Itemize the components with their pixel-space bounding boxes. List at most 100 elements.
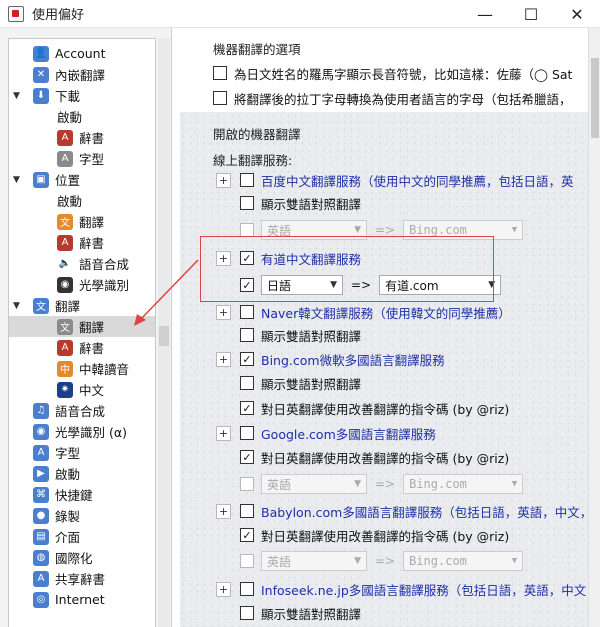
service-google[interactable]: + Google.com多國語言翻譯服務: [216, 422, 436, 444]
sidebar-scroll-thumb[interactable]: [159, 326, 169, 346]
youdao-lang-checkbox[interactable]: ✓: [240, 278, 254, 292]
baidu-checkbox[interactable]: [240, 173, 254, 187]
service-babylon[interactable]: + Babylon.com多國語言翻譯服務（包括日語，英語，中文，: [216, 500, 588, 522]
content-scrollbar[interactable]: [588, 28, 600, 627]
dictionary-icon: A: [57, 339, 73, 356]
sidebar-item-translate-dictionary[interactable]: A 辭書: [9, 337, 155, 358]
expand-babylon-button[interactable]: +: [216, 503, 231, 519]
bing-cjk-improve[interactable]: ✓ 對日英翻譯使用改善翻譯的指令碼 (by @riz): [240, 397, 509, 419]
service-bing[interactable]: + ✓ Bing.com微軟多國語言翻譯服務: [216, 348, 445, 370]
sidebar-item-embedded-translate[interactable]: ✕ 內嵌翻譯: [9, 64, 155, 85]
google-cjk-improve[interactable]: ✓ 對日英翻譯使用改善翻譯的指令碼 (by @riz): [240, 446, 509, 468]
sidebar-item-translate[interactable]: ▼ 文 翻譯: [9, 295, 155, 316]
bing-checkbox[interactable]: ✓: [240, 352, 254, 366]
service-infoseek[interactable]: + Infoseek.ne.jp多國語言翻譯服務（包括日語，英語，中文: [216, 578, 586, 600]
sidebar-item-location[interactable]: ▼ ▣ 位置: [9, 169, 155, 190]
sidebar-item-location-ocr[interactable]: ◉ 光學識別: [9, 274, 155, 295]
expand-infoseek-button[interactable]: +: [216, 581, 231, 597]
baidu-bilingual-checkbox[interactable]: [240, 196, 254, 210]
baidu-source-select[interactable]: 英語 ▼: [261, 220, 367, 240]
latin-convert-checkbox[interactable]: [213, 91, 227, 105]
google-checkbox[interactable]: [240, 426, 254, 440]
speaker-icon: 🔈: [58, 258, 72, 269]
babylon-target-select[interactable]: Bing.com ▼: [403, 551, 524, 571]
dictionary-icon: A: [57, 129, 73, 146]
sidebar-item-translate-translate[interactable]: 文 翻譯: [9, 316, 155, 337]
youdao-checkbox[interactable]: ✓: [240, 251, 254, 265]
chevron-down-icon: ▼: [354, 479, 361, 489]
maximize-button[interactable]: ☐: [508, 0, 554, 28]
sidebar-item-translate-korean-reading[interactable]: 中 中韓讀音: [9, 358, 155, 379]
chevron-down-icon: ▼: [354, 225, 361, 235]
naver-bilingual[interactable]: 顯示雙語對照翻譯: [240, 324, 361, 346]
sidebar-item-download-launch[interactable]: 啟動: [9, 106, 155, 127]
sidebar-item-translate-chinese[interactable]: ✷ 中文: [9, 379, 155, 400]
sidebar-item-download[interactable]: ▼ ⬇ 下載: [9, 85, 155, 106]
window-title: 使用偏好: [32, 8, 85, 23]
content-scroll-thumb[interactable]: [591, 58, 599, 138]
babylon-source-select[interactable]: 英語 ▼: [261, 551, 367, 571]
sidebar-item-location-speech[interactable]: 🔈 語音合成: [9, 253, 155, 274]
sidebar-item-interface[interactable]: ▤ 介面: [9, 526, 155, 547]
korean-reading-icon: 中: [57, 360, 73, 377]
babylon-lang-checkbox[interactable]: [240, 554, 254, 568]
chevron-down-icon: ▼: [511, 556, 518, 566]
globe-icon: ◍: [33, 549, 49, 566]
sidebar-item-location-translate[interactable]: 文 翻譯: [9, 211, 155, 232]
expand-youdao-button[interactable]: +: [216, 250, 231, 266]
chevron-down-icon[interactable]: ▼: [13, 175, 23, 185]
close-button[interactable]: ✕: [554, 0, 600, 28]
sidebar-item-font[interactable]: A 字型: [9, 442, 155, 463]
service-youdao[interactable]: + ✓ 有道中文翻譯服務: [216, 247, 361, 269]
expand-naver-button[interactable]: +: [216, 304, 231, 320]
sidebar-scrollbar[interactable]: [158, 38, 170, 627]
sidebar-item-record[interactable]: ● 錄製: [9, 505, 155, 526]
sidebar-item-internet[interactable]: ◎ Internet: [9, 589, 155, 610]
babylon-checkbox[interactable]: [240, 504, 254, 518]
bing-bilingual-checkbox[interactable]: [240, 376, 254, 390]
google-source-select[interactable]: 英語 ▼: [261, 474, 367, 494]
infoseek-bilingual-checkbox[interactable]: [240, 606, 254, 620]
baidu-target-select[interactable]: Bing.com ▼: [403, 220, 524, 240]
sidebar-item-download-font[interactable]: A 字型: [9, 148, 155, 169]
naver-checkbox[interactable]: [240, 305, 254, 319]
babylon-cjk-checkbox[interactable]: ✓: [240, 528, 254, 542]
baidu-lang-checkbox[interactable]: [240, 223, 254, 237]
expand-baidu-button[interactable]: +: [216, 172, 231, 188]
baidu-bilingual[interactable]: 顯示雙語對照翻譯: [240, 192, 361, 214]
sidebar-item-download-dictionary[interactable]: A 辭書: [9, 127, 155, 148]
sidebar-item-ocr[interactable]: ◉ 光學識別 (α): [9, 421, 155, 442]
service-baidu[interactable]: + 百度中文翻譯服務（使用中文的同學推薦，包括日語，英: [216, 169, 574, 191]
bing-bilingual[interactable]: 顯示雙語對照翻譯: [240, 372, 361, 394]
infoseek-bilingual[interactable]: 顯示雙語對照翻譯: [240, 602, 361, 624]
sidebar-item-launch[interactable]: ▶ 啟動: [9, 463, 155, 484]
translate-icon: 文: [33, 297, 49, 314]
chevron-down-icon[interactable]: ▼: [13, 301, 23, 311]
sidebar-item-location-dictionary[interactable]: A 辭書: [9, 232, 155, 253]
sidebar-item-i18n[interactable]: ◍ 國際化: [9, 547, 155, 568]
babylon-cjk-improve[interactable]: ✓ 對日英翻譯使用改善翻譯的指令碼 (by @riz): [240, 524, 509, 546]
option-latin-convert[interactable]: 將翻譯後的拉丁字母轉換為使用者語言的字母（包括希臘語，: [213, 87, 572, 109]
google-lang-checkbox[interactable]: [240, 477, 254, 491]
minimize-button[interactable]: —: [462, 0, 508, 28]
internet-icon: ◎: [33, 591, 49, 608]
naver-bilingual-checkbox[interactable]: [240, 328, 254, 342]
long-vowel-checkbox[interactable]: [213, 66, 227, 80]
youdao-target-select[interactable]: 有道.com ▼: [379, 275, 502, 295]
infoseek-checkbox[interactable]: [240, 582, 254, 596]
service-naver[interactable]: + Naver韓文翻譯服務（使用韓文的同學推薦）: [216, 301, 511, 323]
bing-cjk-checkbox[interactable]: ✓: [240, 401, 254, 415]
sidebar-item-location-launch[interactable]: 啟動: [9, 190, 155, 211]
sidebar-item-shortcut[interactable]: ⌘ 快捷鍵: [9, 484, 155, 505]
chevron-down-icon[interactable]: ▼: [13, 91, 23, 101]
sidebar-item-shared-dictionary[interactable]: A 共享辭書: [9, 568, 155, 589]
expand-bing-button[interactable]: +: [216, 351, 231, 367]
google-target-select[interactable]: Bing.com ▼: [403, 474, 524, 494]
sidebar-item-account[interactable]: 👤 Account: [9, 43, 155, 64]
babylon-language-pair: 英語 ▼ => Bing.com ▼: [240, 550, 524, 572]
google-cjk-checkbox[interactable]: ✓: [240, 450, 254, 464]
youdao-source-select[interactable]: 日語 ▼: [261, 275, 343, 295]
option-long-vowel[interactable]: 為日文姓名的羅馬字顯示長音符號，比如這樣：佐藤（◯ Sat: [213, 62, 572, 84]
sidebar-item-speech[interactable]: ♫ 語音合成: [9, 400, 155, 421]
expand-google-button[interactable]: +: [216, 425, 231, 441]
